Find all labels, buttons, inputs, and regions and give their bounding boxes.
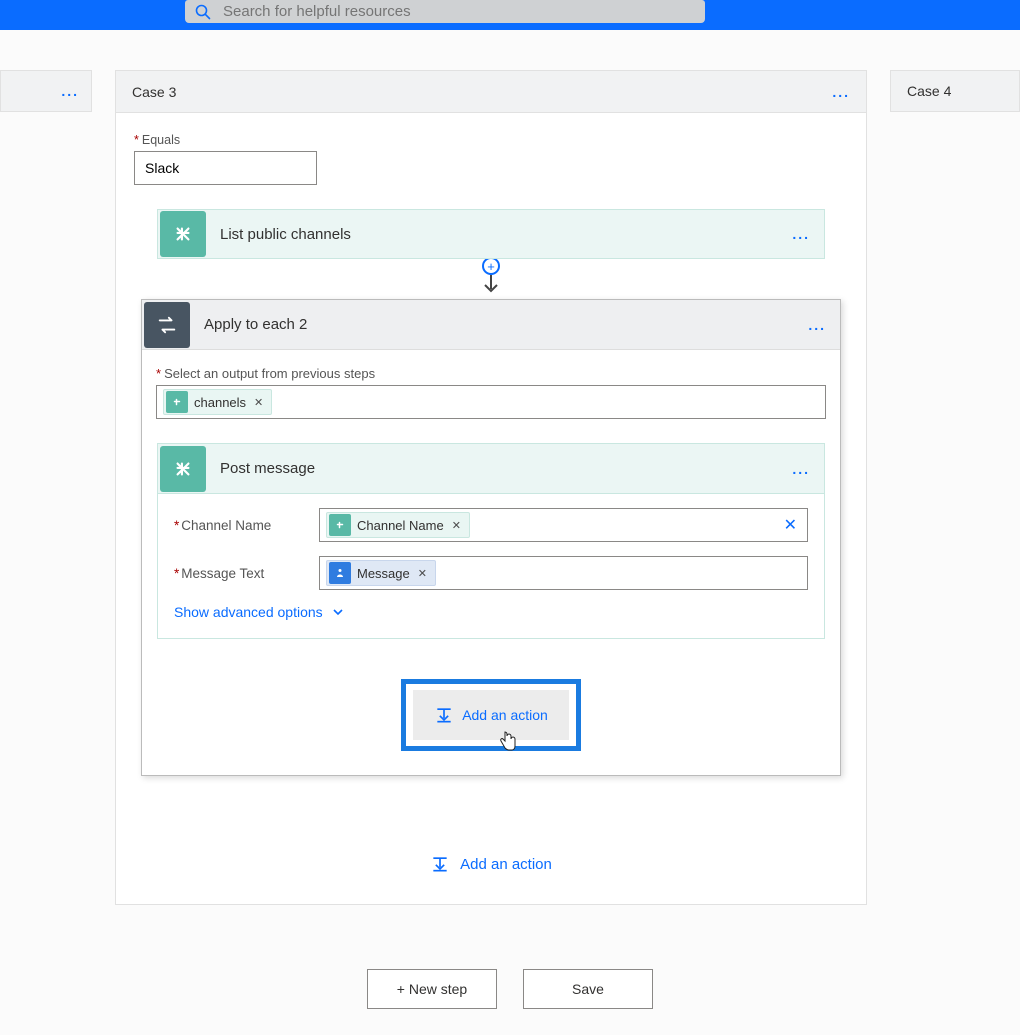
select-output-field[interactable]: channels ✕ bbox=[156, 385, 826, 419]
slack-icon bbox=[160, 211, 206, 257]
equals-input[interactable] bbox=[134, 151, 317, 185]
add-action-label: Add an action bbox=[460, 856, 552, 873]
token-label: Channel Name bbox=[357, 518, 444, 533]
case-prev-stub[interactable]: ... bbox=[0, 70, 92, 112]
dynamic-content-icon bbox=[329, 562, 351, 584]
show-advanced-options[interactable]: Show advanced options bbox=[174, 604, 345, 620]
bottom-button-row: + New step Save bbox=[0, 969, 1020, 1023]
case-menu-icon[interactable]: ... bbox=[832, 84, 850, 100]
add-action-button-inner[interactable]: Add an action bbox=[413, 690, 569, 740]
search-input[interactable] bbox=[221, 2, 695, 21]
apply-to-each-header[interactable]: Apply to each 2 ... bbox=[142, 300, 840, 350]
ellipsis-icon[interactable]: ... bbox=[61, 83, 79, 99]
case-next-title: Case 4 bbox=[907, 83, 951, 99]
add-action-icon bbox=[430, 854, 450, 874]
select-output-label: Select an output from previous steps bbox=[156, 366, 826, 381]
add-action-button-outer[interactable]: Add an action bbox=[430, 854, 552, 874]
new-step-label: + New step bbox=[397, 981, 467, 997]
connector: + bbox=[482, 259, 500, 295]
arrow-down-icon bbox=[482, 275, 500, 295]
token-remove-icon[interactable]: ✕ bbox=[254, 396, 263, 409]
save-button[interactable]: Save bbox=[523, 969, 653, 1009]
add-action-highlight: Add an action bbox=[401, 679, 581, 751]
slack-icon bbox=[160, 446, 206, 492]
token-label: channels bbox=[194, 395, 246, 410]
case-lane: ... Case 3 ... Equals List public channe… bbox=[0, 70, 1020, 905]
advanced-label: Show advanced options bbox=[174, 604, 323, 620]
add-between-icon[interactable]: + bbox=[482, 257, 500, 275]
channel-name-label: Channel Name bbox=[174, 518, 319, 533]
case-title: Case 3 bbox=[132, 84, 176, 100]
slack-mini-icon bbox=[329, 514, 351, 536]
step-list-channels[interactable]: List public channels ... bbox=[157, 209, 825, 259]
step-menu-icon[interactable]: ... bbox=[792, 226, 810, 242]
cursor-hand-icon bbox=[498, 730, 516, 752]
token-channel-name[interactable]: Channel Name ✕ bbox=[326, 512, 470, 538]
search-icon bbox=[195, 4, 211, 20]
apply-to-each-card: Apply to each 2 ... Select an output fro… bbox=[141, 299, 841, 776]
spacer bbox=[0, 30, 1020, 70]
case-header: Case 3 ... bbox=[116, 71, 866, 113]
channel-name-field[interactable]: Channel Name ✕ ✕ bbox=[319, 508, 808, 542]
message-text-row: Message Text Message ✕ bbox=[174, 556, 808, 590]
token-remove-icon[interactable]: ✕ bbox=[452, 519, 461, 532]
token-remove-icon[interactable]: ✕ bbox=[418, 567, 427, 580]
chevron-down-icon bbox=[331, 605, 345, 619]
top-bar bbox=[0, 0, 1020, 30]
apply-to-each-menu-icon[interactable]: ... bbox=[808, 317, 826, 333]
channel-name-row: Channel Name Channel Name ✕ bbox=[174, 508, 808, 542]
new-step-button[interactable]: + New step bbox=[367, 969, 497, 1009]
step-title: List public channels bbox=[220, 226, 792, 243]
search-box[interactable] bbox=[185, 0, 705, 23]
loop-icon bbox=[144, 302, 190, 348]
slack-mini-icon bbox=[166, 391, 188, 413]
post-message-title: Post message bbox=[220, 460, 792, 477]
case-next-stub[interactable]: Case 4 bbox=[890, 70, 1020, 112]
token-channels[interactable]: channels ✕ bbox=[163, 389, 272, 415]
message-text-label: Message Text bbox=[174, 566, 319, 581]
apply-to-each-title: Apply to each 2 bbox=[204, 316, 808, 333]
post-message-menu-icon[interactable]: ... bbox=[792, 461, 810, 477]
add-action-icon bbox=[434, 705, 454, 725]
message-text-field[interactable]: Message ✕ bbox=[319, 556, 808, 590]
post-message-header[interactable]: Post message ... bbox=[158, 444, 824, 494]
case-card: Case 3 ... Equals List public channels .… bbox=[115, 70, 867, 905]
token-label: Message bbox=[357, 566, 410, 581]
token-message[interactable]: Message ✕ bbox=[326, 560, 436, 586]
add-action-label: Add an action bbox=[462, 707, 548, 723]
save-label: Save bbox=[572, 981, 604, 997]
clear-field-icon[interactable]: ✕ bbox=[784, 515, 797, 535]
post-message-card: Post message ... Channel Name bbox=[157, 443, 825, 639]
equals-label: Equals bbox=[134, 133, 866, 147]
